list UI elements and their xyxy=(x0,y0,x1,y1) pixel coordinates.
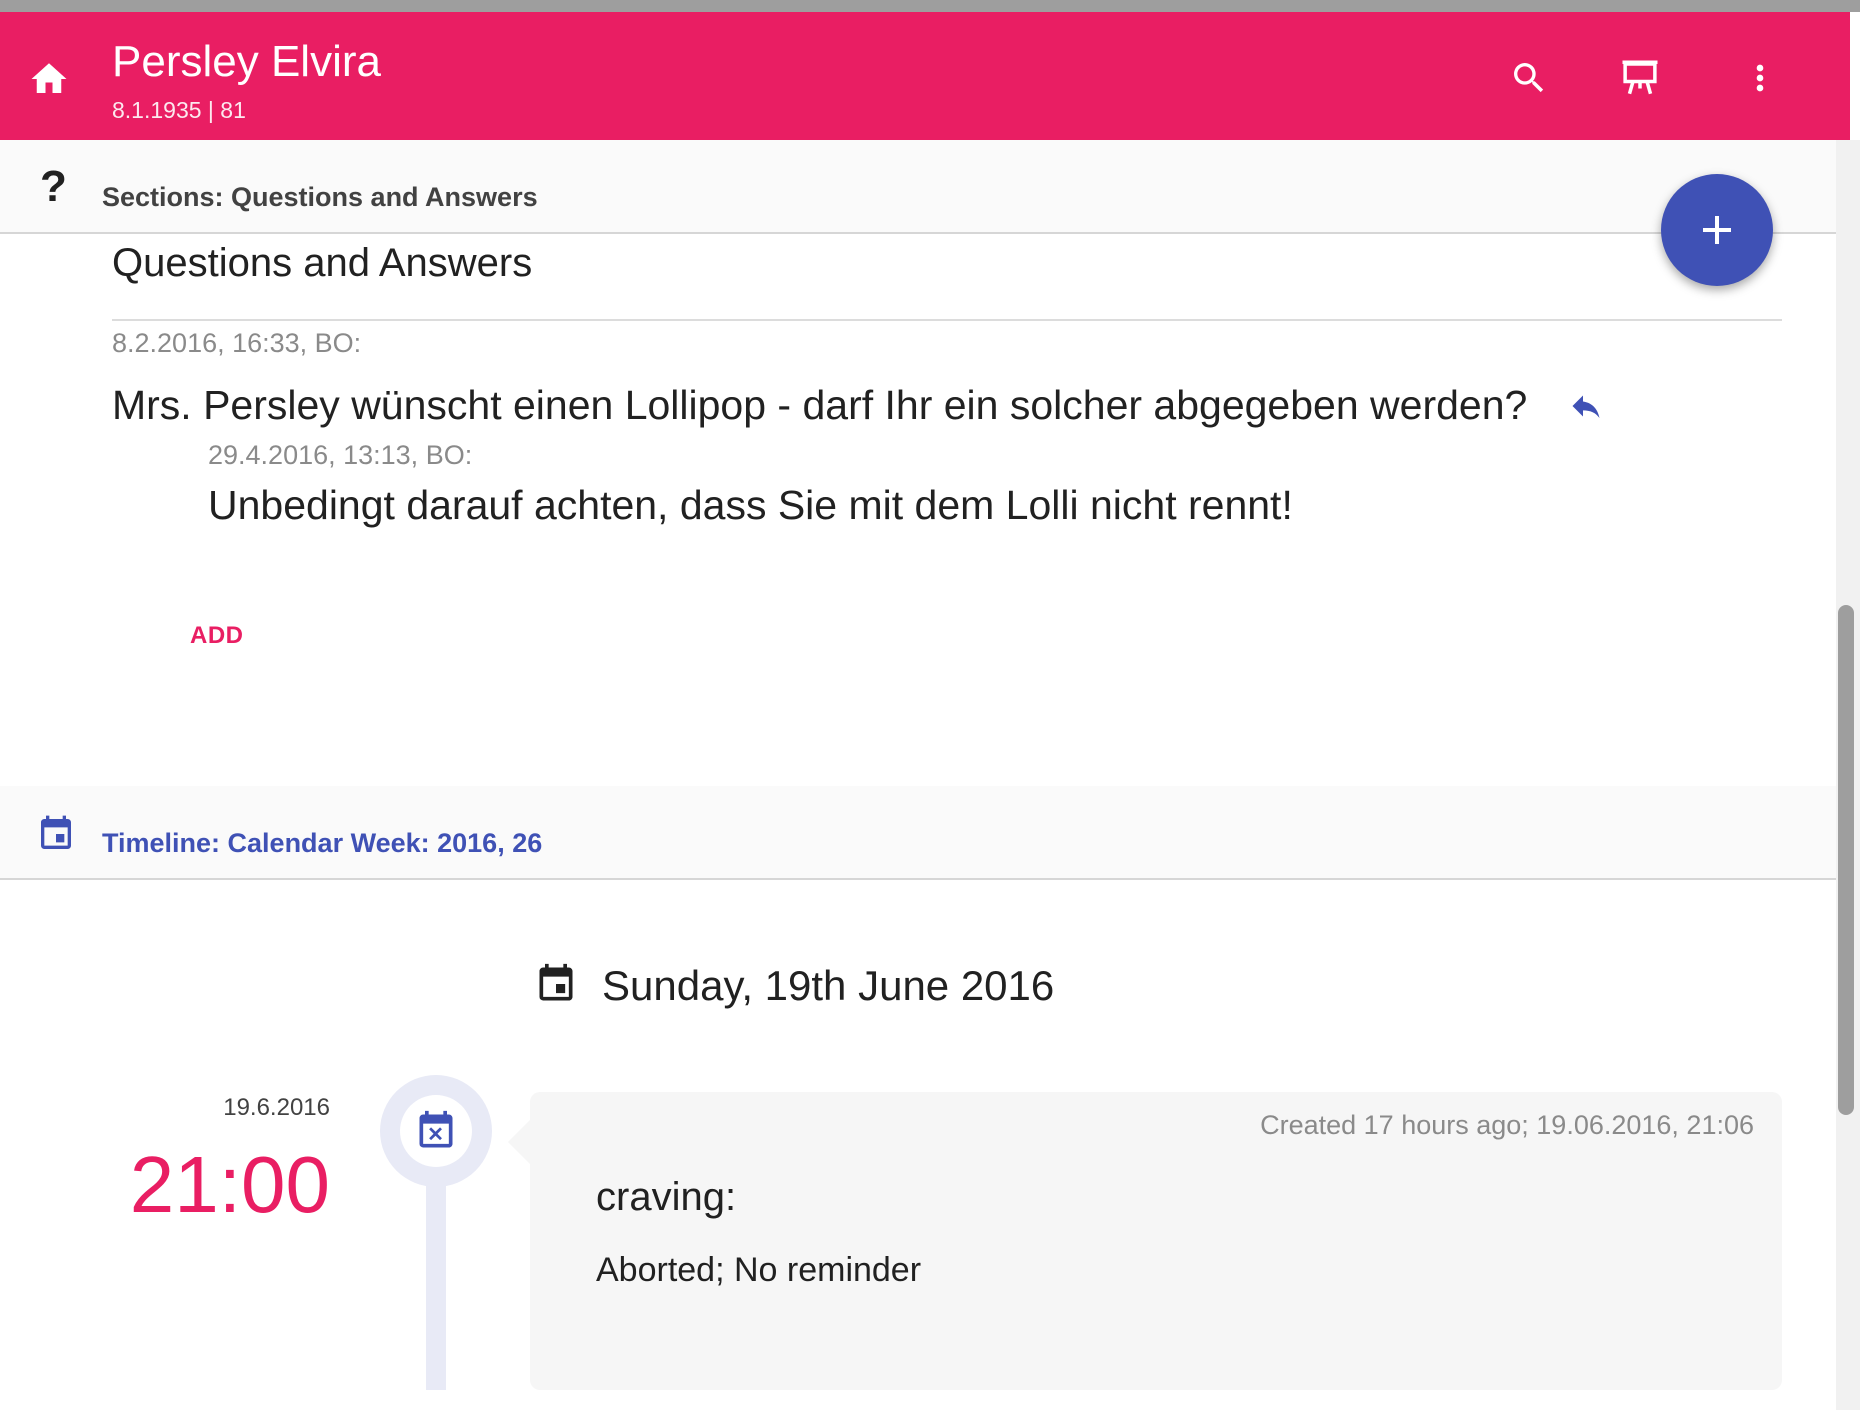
timeline-section-label: Timeline: Calendar Week: 2016, 26 xyxy=(102,828,542,859)
event-card[interactable]: Created 17 hours ago; 19.06.2016, 21:06 … xyxy=(530,1092,1782,1390)
scrollbar-thumb[interactable] xyxy=(1838,605,1854,1115)
window-top-strip xyxy=(0,0,1860,12)
patient-birthdate-age: 8.1.1935 | 81 xyxy=(112,97,246,123)
add-icon xyxy=(1703,216,1731,244)
event-created-info: Created 17 hours ago; 19.06.2016, 21:06 xyxy=(1260,1110,1754,1140)
event-status: Aborted; No reminder xyxy=(596,1251,922,1289)
answer-text: Unbedingt darauf achten, dass Sie mit de… xyxy=(208,482,1293,528)
qa-title: Questions and Answers xyxy=(112,241,533,285)
qa-section-label: Sections: Questions and Answers xyxy=(102,182,538,212)
event-card-pointer xyxy=(508,1118,532,1166)
event-title: craving: xyxy=(596,1175,737,1219)
timeline-label-prefix: Timeline: Calendar Week: xyxy=(102,828,438,858)
day-title: Sunday, 19th June 2016 xyxy=(602,962,1055,1009)
timeline-line xyxy=(426,1180,446,1390)
presentation-icon[interactable] xyxy=(1614,52,1666,104)
add-fab-button[interactable] xyxy=(1661,174,1773,286)
timeline-week: 2016, 26 xyxy=(437,828,543,858)
search-icon[interactable] xyxy=(1503,52,1555,104)
event-cancelled-icon xyxy=(400,1095,472,1167)
question-text: Mrs. Persley wünscht einen Lollipop - da… xyxy=(112,382,1528,428)
timeline-node xyxy=(380,1075,492,1187)
answer-meta: 29.4.2016, 13:13, BO: xyxy=(208,440,473,470)
home-icon[interactable] xyxy=(28,58,70,100)
calendar-icon xyxy=(36,814,76,854)
event-time: 21:00 xyxy=(129,1140,330,1229)
patient-name: Persley Elvira xyxy=(112,37,381,86)
event-date: 19.6.2016 xyxy=(223,1094,330,1121)
add-answer-button[interactable]: ADD xyxy=(190,622,244,650)
divider xyxy=(112,319,1782,321)
app-bar: Persley Elvira 8.1.1935 | 81 xyxy=(0,12,1850,140)
qa-section-header[interactable]: ? Sections: Questions and Answers xyxy=(0,140,1836,234)
reply-icon[interactable] xyxy=(1566,388,1606,424)
more-vert-icon[interactable] xyxy=(1734,52,1786,104)
help-icon: ? xyxy=(40,162,67,211)
question-meta: 8.2.2016, 16:33, BO: xyxy=(112,328,362,358)
timeline-section-header[interactable]: Timeline: Calendar Week: 2016, 26 xyxy=(0,786,1836,880)
day-calendar-icon xyxy=(534,962,578,1006)
